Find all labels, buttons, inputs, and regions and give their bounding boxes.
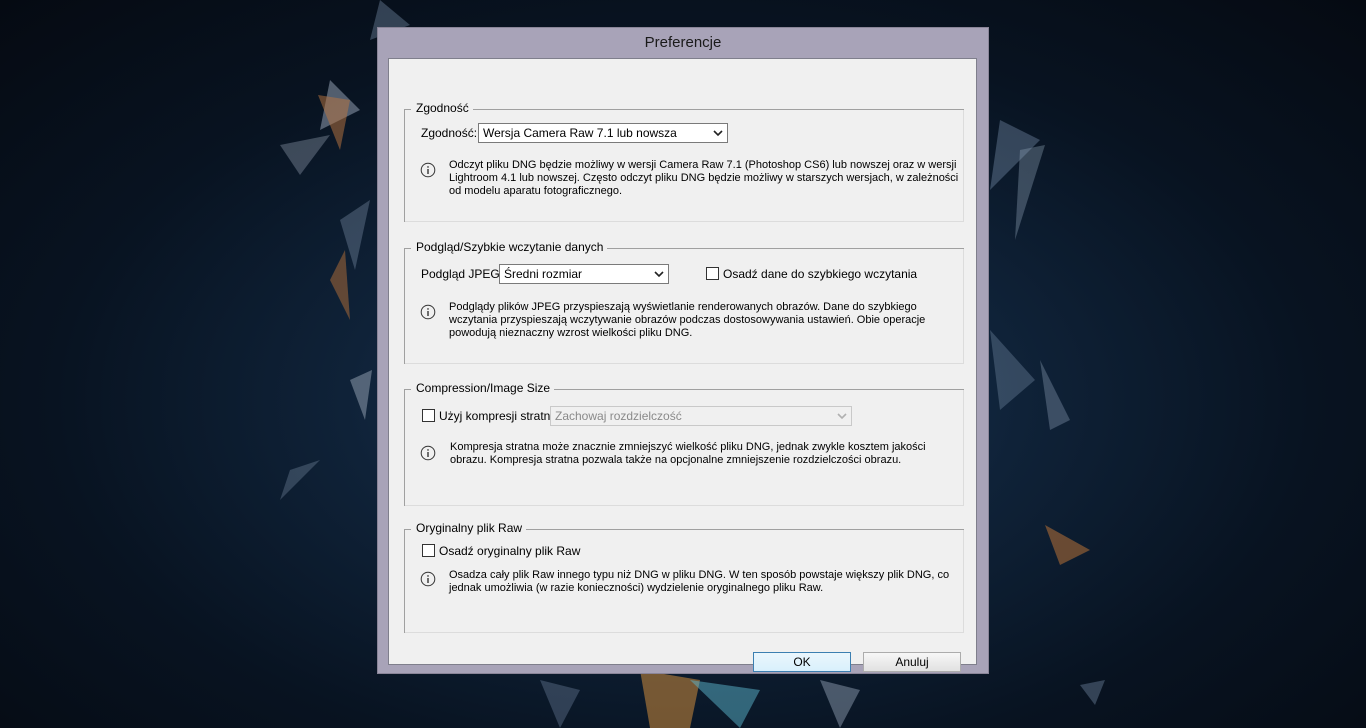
compression-group: Compression/Image Size Użyj kompresji st… [404, 381, 964, 506]
raw-info-text: Osadza cały plik Raw innego typu niż DNG… [449, 569, 950, 594]
compat-legend: Zgodność [411, 101, 473, 116]
compat-group: Zgodność Zgodność: Wersja Camera Raw 7.1… [404, 101, 964, 222]
resolution-dropdown[interactable]: Zachowaj rozdzielczość [550, 406, 852, 426]
preview-group: Podgląd/Szybkie wczytanie danych Podgląd… [404, 240, 964, 364]
preview-dropdown[interactable]: Średni rozmiar [499, 264, 669, 284]
info-circle-icon [420, 571, 436, 587]
chevron-down-icon [837, 413, 847, 420]
compression-legend: Compression/Image Size [411, 381, 555, 396]
resolution-dropdown-value: Zachowaj rozdzielczość [555, 409, 682, 423]
cancel-button[interactable]: Anuluj [863, 652, 961, 672]
preview-info-text: Podglądy plików JPEG przyspieszają wyświ… [449, 301, 926, 339]
info-circle-icon [420, 304, 436, 320]
chevron-down-icon [654, 271, 664, 278]
fast-load-checkbox[interactable] [706, 267, 719, 280]
compression-info-text: Kompresja stratna może znacznie zmniejsz… [450, 441, 926, 466]
ok-button[interactable]: OK [753, 652, 851, 672]
raw-group: Oryginalny plik Raw Osadź oryginalny pli… [404, 521, 964, 633]
preview-legend: Podgląd/Szybkie wczytanie danych [411, 240, 608, 255]
compat-info-text: Odczyt pliku DNG będzie możliwy w wersji… [449, 159, 959, 197]
dialog-client-area: Zgodność Zgodność: Wersja Camera Raw 7.1… [388, 58, 977, 672]
preview-label: Podgląd JPEG: [421, 267, 504, 281]
compat-label: Zgodność: [421, 126, 478, 140]
raw-legend: Oryginalny plik Raw [411, 521, 527, 536]
lossy-compression-checkbox[interactable] [422, 409, 435, 422]
chevron-down-icon [713, 130, 723, 137]
preferences-dialog: Preferencje Zgodność Zgodność: Wersja Ca… [377, 27, 989, 674]
dialog-title: Preferencje [644, 34, 722, 51]
embed-raw-checkbox-label[interactable]: Osadź oryginalny plik Raw [439, 544, 580, 559]
compat-dropdown-value: Wersja Camera Raw 7.1 lub nowsza [483, 126, 677, 140]
info-circle-icon [420, 162, 436, 178]
compat-dropdown[interactable]: Wersja Camera Raw 7.1 lub nowsza [478, 123, 728, 143]
preview-dropdown-value: Średni rozmiar [504, 267, 583, 281]
lossy-compression-checkbox-label[interactable]: Użyj kompresji stratnej: [439, 409, 563, 424]
fast-load-checkbox-label[interactable]: Osadź dane do szybkiego wczytania [723, 267, 917, 282]
embed-raw-checkbox[interactable] [422, 544, 435, 557]
info-circle-icon [420, 445, 436, 461]
